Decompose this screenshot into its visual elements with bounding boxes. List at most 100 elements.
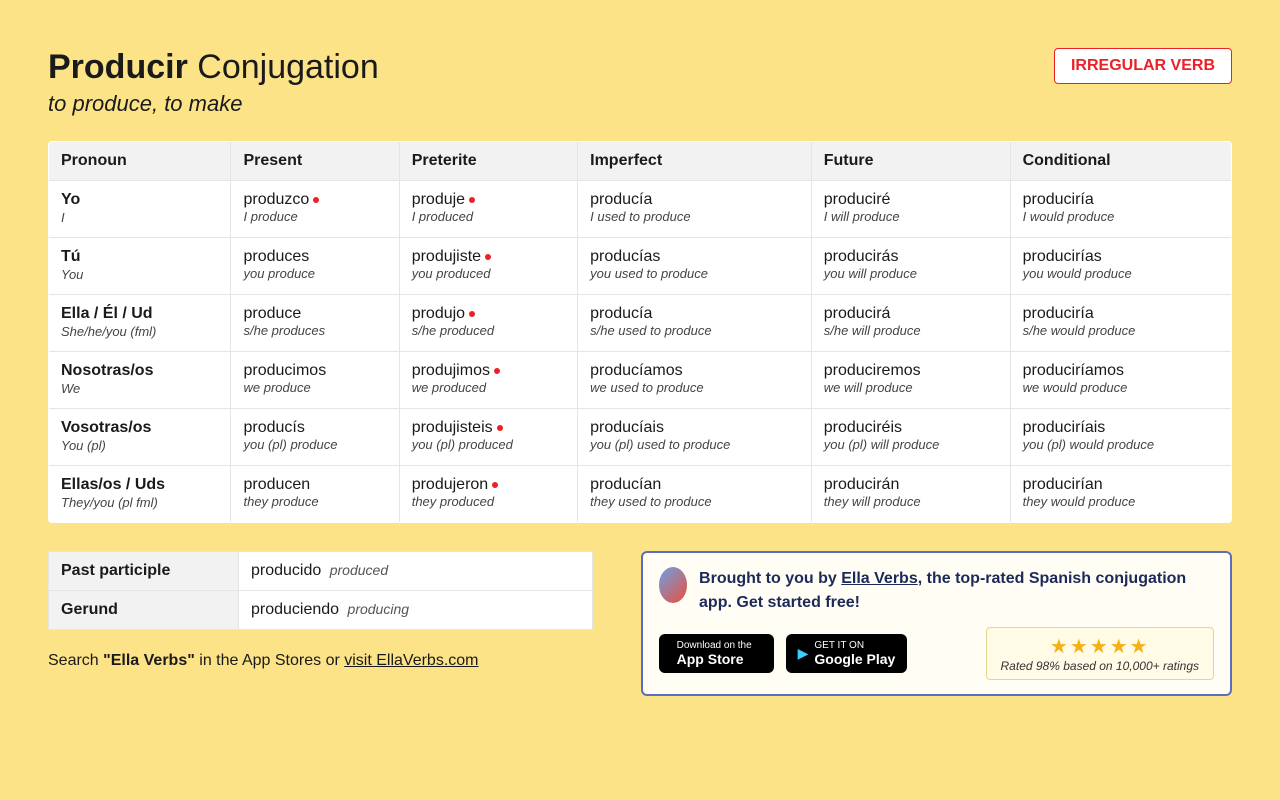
pronoun-cell: Ellas/os / UdsThey/you (pl fml) xyxy=(49,466,231,523)
appstore-big: App Store xyxy=(677,651,752,667)
verb-form: produje xyxy=(412,191,465,209)
conjugation-cell: producíamoswe used to produce xyxy=(578,352,812,409)
pronoun-es: Vosotras/os xyxy=(61,419,218,437)
table-row: Vosotras/osYou (pl)producísyou (pl) prod… xyxy=(49,409,1232,466)
verb-form: produciríamos xyxy=(1023,362,1124,380)
verb-form: producirían xyxy=(1023,476,1103,494)
verb-form: producía xyxy=(590,305,652,323)
conjugation-cell: produjisteisyou (pl) produced xyxy=(399,409,577,466)
pronoun-es: Tú xyxy=(61,248,218,266)
verb-form: produciría xyxy=(1023,191,1094,209)
conjugation-cell: produjeronthey produced xyxy=(399,466,577,523)
verb-gloss: you (pl) will produce xyxy=(824,437,998,452)
verb-form: producíamos xyxy=(590,362,683,380)
page-title: Producir Conjugation xyxy=(48,48,379,87)
verb-gloss: s/he produces xyxy=(243,323,386,338)
verb-form: producía xyxy=(590,191,652,209)
pronoun-en: We xyxy=(61,381,80,396)
conjugation-cell: producirásyou will produce xyxy=(811,238,1010,295)
verb-form: produjo xyxy=(412,305,465,323)
verb-form: produjisteis xyxy=(412,419,493,437)
verb-gloss: I produce xyxy=(243,209,386,224)
google-play-button[interactable]: ▶ GET IT ONGoogle Play xyxy=(786,634,908,673)
verb-gloss: you (pl) produced xyxy=(412,437,565,452)
verb-gloss: we used to produce xyxy=(590,380,799,395)
verb-gloss: you produced xyxy=(412,266,565,281)
column-header: Future xyxy=(811,142,1010,181)
verb-form: producirán xyxy=(824,476,900,494)
title-block: Producir Conjugation to produce, to make xyxy=(48,48,379,117)
verb-gloss: we would produce xyxy=(1023,380,1219,395)
conjugation-cell: producenthey produce xyxy=(231,466,399,523)
column-header: Preterite xyxy=(399,142,577,181)
table-row: TúYouproducesyou produceprodujisteyou pr… xyxy=(49,238,1232,295)
promo-pre: Brought to you by xyxy=(699,570,841,587)
verb-form: producirás xyxy=(824,248,899,266)
verb-form: produjiste xyxy=(412,248,481,266)
conjugation-cell: produzcoI produce xyxy=(231,181,399,238)
verb-gloss: you (pl) used to produce xyxy=(590,437,799,452)
column-header: Pronoun xyxy=(49,142,231,181)
gerund-en: producing xyxy=(348,601,410,617)
visit-link[interactable]: visit EllaVerbs.com xyxy=(344,652,478,669)
verb-name: Producir xyxy=(48,48,188,86)
search-quoted: "Ella Verbs" xyxy=(103,652,195,669)
ella-verbs-link[interactable]: Ella Verbs xyxy=(841,570,918,587)
verb-gloss: I used to produce xyxy=(590,209,799,224)
conjugation-cell: producesyou produce xyxy=(231,238,399,295)
promo-text: Brought to you by Ella Verbs, the top-ra… xyxy=(699,567,1214,615)
search-note: Search "Ella Verbs" in the App Stores or… xyxy=(48,652,593,670)
verb-gloss: they used to produce xyxy=(590,494,799,509)
irregular-dot-icon xyxy=(469,311,475,317)
verb-gloss: you would produce xyxy=(1023,266,1219,281)
table-row: Ella / Él / UdShe/he/you (fml)produces/h… xyxy=(49,295,1232,352)
search-middle: in the App Stores or xyxy=(195,652,344,669)
verb-form: producís xyxy=(243,419,304,437)
rating-box: ★★★★★ Rated 98% based on 10,000+ ratings xyxy=(986,627,1214,680)
conjugation-cell: produciremoswe will produce xyxy=(811,352,1010,409)
verb-gloss: they produce xyxy=(243,494,386,509)
irregular-dot-icon xyxy=(497,425,503,431)
conjugation-cell: producimoswe produce xyxy=(231,352,399,409)
irregular-dot-icon xyxy=(313,197,319,203)
rating-text: Rated 98% based on 10,000+ ratings xyxy=(1001,659,1199,673)
play-small: GET IT ON xyxy=(814,640,864,651)
verb-form: producirá xyxy=(824,305,891,323)
verb-form: produciremos xyxy=(824,362,921,380)
pronoun-cell: YoI xyxy=(49,181,231,238)
table-row: Nosotras/osWeproducimoswe produceproduji… xyxy=(49,352,1232,409)
verb-gloss: you produce xyxy=(243,266,386,281)
participle-table: Past participle producido produced Gerun… xyxy=(48,551,593,630)
promo-box: Brought to you by Ella Verbs, the top-ra… xyxy=(641,551,1232,696)
appstore-small: Download on the xyxy=(677,640,752,651)
verb-form: produciríais xyxy=(1023,419,1106,437)
irregular-dot-icon xyxy=(485,254,491,260)
irregular-dot-icon xyxy=(492,482,498,488)
conjugation-cell: producirías/he would produce xyxy=(1010,295,1231,352)
pronoun-es: Yo xyxy=(61,191,218,209)
verb-gloss: we produce xyxy=(243,380,386,395)
verb-gloss: you will produce xyxy=(824,266,998,281)
verb-form: produce xyxy=(243,305,301,323)
conjugation-cell: produces/he produces xyxy=(231,295,399,352)
verb-form: produciré xyxy=(824,191,891,209)
verb-gloss: they would produce xyxy=(1023,494,1219,509)
play-icon: ▶ xyxy=(798,645,809,662)
conjugation-cell: producirás/he will produce xyxy=(811,295,1010,352)
conjugation-cell: produciránthey will produce xyxy=(811,466,1010,523)
app-store-button[interactable]: Download on theApp Store xyxy=(659,634,774,673)
verb-gloss: they will produce xyxy=(824,494,998,509)
gerund-es: produciendo xyxy=(251,601,339,618)
verb-gloss: s/he would produce xyxy=(1023,323,1219,338)
conjugation-cell: producísyou (pl) produce xyxy=(231,409,399,466)
conjugation-cell: produjeI produced xyxy=(399,181,577,238)
irregular-badge: IRREGULAR VERB xyxy=(1054,48,1232,84)
pronoun-cell: TúYou xyxy=(49,238,231,295)
verb-gloss: you (pl) produce xyxy=(243,437,386,452)
conjugation-cell: producías/he used to produce xyxy=(578,295,812,352)
verb-gloss: they produced xyxy=(412,494,565,509)
past-participle-label: Past participle xyxy=(49,552,239,591)
conjugation-table: PronounPresentPreteriteImperfectFutureCo… xyxy=(48,141,1232,523)
star-icons: ★★★★★ xyxy=(1001,634,1199,659)
gerund-label: Gerund xyxy=(49,591,239,630)
